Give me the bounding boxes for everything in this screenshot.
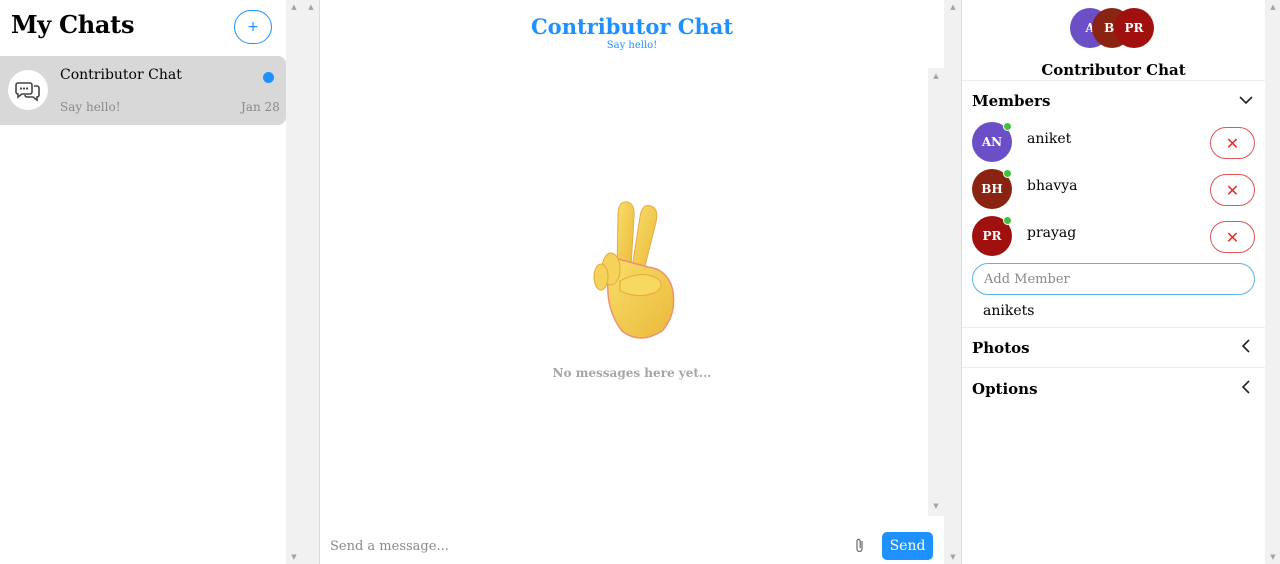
online-status-indicator (1003, 169, 1012, 178)
scroll-up-arrow-icon[interactable]: ▲ (303, 3, 319, 11)
remove-member-button[interactable]: ✕ (1210, 174, 1255, 206)
victory-hand-emoji-icon (593, 201, 675, 339)
chat-details-panel: A BI PR Contributor Chat Members AN anik… (962, 0, 1265, 564)
details-scrollbar[interactable]: ▲ ▼ (1265, 0, 1280, 564)
new-chat-button[interactable]: + (234, 10, 272, 44)
paperclip-icon[interactable] (853, 537, 867, 555)
conversation-title: Contributor Chat (530, 14, 734, 39)
add-member-input[interactable] (972, 263, 1255, 295)
divider (962, 367, 1265, 368)
members-section-title[interactable]: Members (972, 92, 1050, 110)
scroll-down-arrow-icon[interactable]: ▼ (286, 553, 302, 561)
remove-member-button[interactable]: ✕ (1210, 221, 1255, 253)
message-input[interactable] (330, 539, 830, 554)
scroll-down-arrow-icon[interactable]: ▼ (945, 553, 961, 561)
scroll-down-arrow-icon[interactable]: ▼ (1265, 553, 1280, 561)
options-section-title[interactable]: Options (972, 380, 1038, 398)
send-button[interactable]: Send (882, 532, 933, 560)
chat-list-title: My Chats (11, 10, 135, 39)
chat-bubbles-icon (15, 82, 40, 102)
member-row: BH bhavya ✕ (972, 169, 1257, 211)
remove-member-button[interactable]: ✕ (1210, 127, 1255, 159)
photos-section-title[interactable]: Photos (972, 339, 1030, 357)
member-row: PR prayag ✕ (972, 216, 1257, 258)
scroll-down-arrow-icon[interactable]: ▼ (928, 502, 944, 510)
member-suggestion-item[interactable]: anikets (983, 303, 1034, 319)
chat-list-header: My Chats + (0, 0, 286, 56)
scroll-up-arrow-icon[interactable]: ▲ (286, 3, 302, 11)
empty-state (500, 195, 764, 345)
chat-list-item[interactable]: Contributor Chat Say hello! Jan 28 (0, 56, 286, 125)
details-title: Contributor Chat (1041, 61, 1186, 79)
member-name: bhavya (1027, 178, 1078, 194)
member-name: prayag (1027, 225, 1077, 241)
member-avatar-stack: A BI PR (1070, 8, 1160, 48)
conversation-scrollbar[interactable]: ▲ ▼ (944, 0, 962, 564)
message-composer: Send (320, 526, 944, 564)
scroll-up-arrow-icon[interactable]: ▲ (928, 72, 944, 80)
divider (962, 80, 1265, 81)
chat-item-preview: Say hello! (60, 100, 121, 114)
member-name: aniket (1027, 131, 1072, 147)
chat-item-name: Contributor Chat (60, 67, 182, 83)
scroll-up-arrow-icon[interactable]: ▲ (1265, 3, 1280, 11)
chat-list-panel: My Chats + Contributor Chat Say hello! J… (0, 0, 286, 564)
chevron-left-icon[interactable] (1239, 380, 1253, 394)
scroll-up-arrow-icon[interactable]: ▲ (945, 3, 961, 11)
chevron-left-icon[interactable] (1239, 339, 1253, 353)
chat-avatar (8, 70, 48, 110)
divider (962, 327, 1265, 328)
unread-indicator (263, 72, 274, 83)
chat-list-scrollbar[interactable]: ▲ ▲ ▼ (286, 0, 320, 564)
empty-state-text: No messages here yet... (552, 366, 712, 380)
avatar: PR (1114, 8, 1154, 48)
chat-item-date: Jan 28 (241, 100, 280, 114)
online-status-indicator (1003, 122, 1012, 131)
conversation-panel: Contributor Chat Say hello! ▲ ▼ No messa… (320, 0, 944, 564)
chevron-down-icon[interactable] (1239, 93, 1253, 107)
conversation-subtitle: Say hello! (606, 40, 658, 51)
online-status-indicator (1003, 216, 1012, 225)
member-row: AN aniket ✕ (972, 122, 1257, 164)
messages-scrollbar[interactable]: ▲ ▼ (928, 68, 944, 516)
